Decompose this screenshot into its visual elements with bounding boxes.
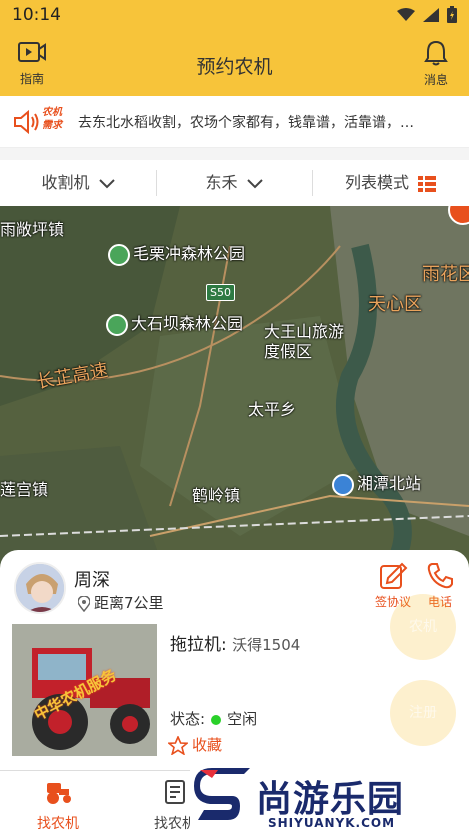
tractor-tab-icon	[47, 783, 71, 804]
tree-pin-icon	[108, 243, 130, 266]
ghost-label-xiangtan: 湘潭市	[310, 664, 370, 688]
distance-text: 距离7公里	[94, 594, 164, 612]
filter-location[interactable]: 东禾	[156, 160, 312, 206]
map-label-dujiaqu: 度假区	[264, 342, 313, 361]
filter-machine-type[interactable]: 收割机	[0, 160, 156, 206]
status-bar: 10:14	[0, 0, 469, 30]
site-watermark: 尚游乐园 SHIYUANYK.COM	[190, 764, 469, 834]
map-poi-dashiba[interactable]: 大石坝森林公园	[106, 310, 243, 336]
demand-tag-line2: 需求	[42, 120, 62, 131]
bell-icon	[424, 40, 448, 66]
favorite-label: 收藏	[192, 736, 223, 754]
watermark-title: 尚游乐园	[256, 779, 405, 820]
tree-pin-icon	[106, 313, 128, 336]
filter-bar: 收割机 东禾 列表模式	[0, 160, 469, 206]
machine-model: 沃得1504	[232, 636, 301, 654]
map-label-liangong: 莲宫镇	[0, 480, 49, 499]
map-label-dashiba: 大石坝森林公园	[131, 314, 244, 333]
list-mode-toggle[interactable]: 列表模式	[312, 160, 469, 206]
watermark-url: SHIYUANYK.COM	[268, 816, 396, 830]
chevron-down-icon	[246, 178, 263, 188]
map-label-taiping: 太平乡	[248, 400, 297, 419]
map-poi-xiangtan-north[interactable]: 湘潭北站	[332, 470, 421, 496]
avatar	[14, 562, 66, 614]
document-tab-icon	[165, 780, 185, 804]
floating-machine-button[interactable]: 农机	[390, 594, 456, 660]
machine-photo: 中华农机服务	[12, 624, 157, 756]
status-label: 状态:	[170, 710, 206, 728]
list-mode-icon	[418, 175, 437, 192]
status-time: 10:14	[12, 5, 61, 25]
map-label-xiangtan-north: 湘潭北站	[357, 474, 422, 493]
map-label-yuchangping: 雨敞坪镇	[0, 220, 65, 239]
map-label-tianxin: 天心区	[368, 294, 422, 315]
favorite-button[interactable]: 收藏	[166, 734, 223, 756]
floating-register-button[interactable]: 注册	[390, 680, 456, 746]
list-mode-label: 列表模式	[344, 173, 409, 192]
signal-icon	[423, 7, 439, 22]
machine-info: 拖拉机: 沃得1504	[170, 630, 300, 655]
agreement-icon	[380, 562, 408, 589]
message-button[interactable]: 消息	[419, 40, 453, 88]
driver-card[interactable]: 周深 距离7公里 签协议 电话 中华农机服务 拖拉机: 沃得1504 状态: 空闲…	[0, 550, 469, 770]
speaker-icon	[14, 109, 39, 135]
battery-icon	[447, 6, 457, 23]
section-divider	[0, 148, 469, 160]
filter-machine-type-label: 收割机	[41, 173, 90, 192]
watermark-logo-icon	[194, 768, 250, 820]
filter-location-label: 东禾	[205, 173, 238, 192]
location-pin-icon	[77, 594, 91, 612]
demand-notice-bar[interactable]: 农机 需求 去东北水稻收割，农场个家都有，钱靠谱，活靠谱，…	[0, 96, 469, 148]
station-pin-icon	[332, 473, 354, 496]
highway-shield-s50: S50	[206, 284, 235, 301]
status-dot	[211, 714, 222, 725]
map-label-maolichong: 毛栗冲森林公园	[133, 244, 246, 263]
tab-find-machine-label: 找农机	[37, 816, 79, 832]
status-value: 空闲	[227, 710, 258, 728]
ghost-label-xiangtan-county: 湘潭县	[326, 730, 380, 751]
star-icon	[166, 734, 190, 756]
map-label-yuhua: 雨花区	[422, 264, 469, 285]
tab-find-machine[interactable]: 找农机	[18, 779, 98, 833]
floating-machine-label: 农机	[409, 619, 437, 635]
demand-tag: 农机 需求	[42, 106, 62, 132]
app-header: 指南 预约农机 消息	[0, 30, 469, 96]
phone-icon	[427, 563, 453, 589]
status-icons	[397, 6, 457, 23]
page-title: 预约农机	[196, 56, 273, 78]
map-poi-maolichong[interactable]: 毛栗冲森林公园	[108, 240, 245, 266]
demand-tag-line1: 农机	[42, 107, 62, 118]
chevron-down-icon	[98, 178, 115, 188]
notice-text: 去东北水稻收割，农场个家都有，钱靠谱，活靠谱，…	[78, 115, 414, 131]
machine-status: 状态: 空闲	[170, 708, 257, 729]
driver-name: 周深	[74, 570, 110, 591]
avatar-image	[16, 564, 64, 612]
map-label-heling: 鹤岭镇	[192, 486, 241, 505]
distance: 距离7公里	[77, 592, 164, 613]
wifi-icon	[397, 7, 415, 21]
message-label: 消息	[423, 73, 448, 87]
machine-type: 拖拉机:	[170, 635, 227, 655]
floating-register-label: 注册	[409, 705, 437, 721]
